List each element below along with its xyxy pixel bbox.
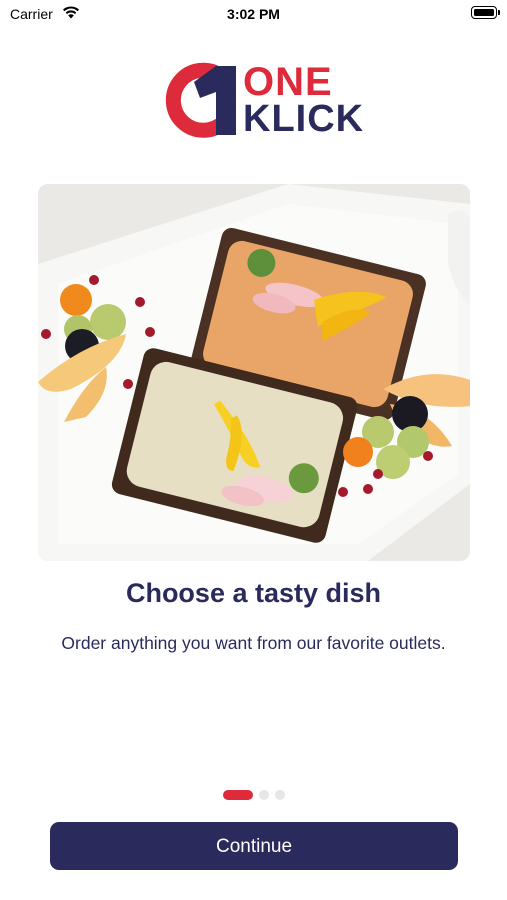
continue-button[interactable]: Continue [50,822,458,870]
onboarding-subtitle: Order anything you want from our favorit… [61,633,446,653]
food-illustration [38,184,470,561]
battery-icon [471,6,500,19]
logo-text-klick: KLICK [243,98,365,140]
hero-food-image [38,184,470,561]
status-bar: Carrier 3:02 PM [0,0,507,28]
page-dot-active[interactable] [222,790,253,800]
onboarding-title: Choose a tasty dish [125,578,382,608]
status-time: 3:02 PM [227,6,280,22]
app-logo: ONE KLICK [164,60,363,140]
page-dot[interactable] [258,790,269,800]
page-indicator[interactable] [0,790,507,800]
onekllick-logo-mark-icon [165,62,236,138]
page-dot[interactable] [274,790,285,800]
